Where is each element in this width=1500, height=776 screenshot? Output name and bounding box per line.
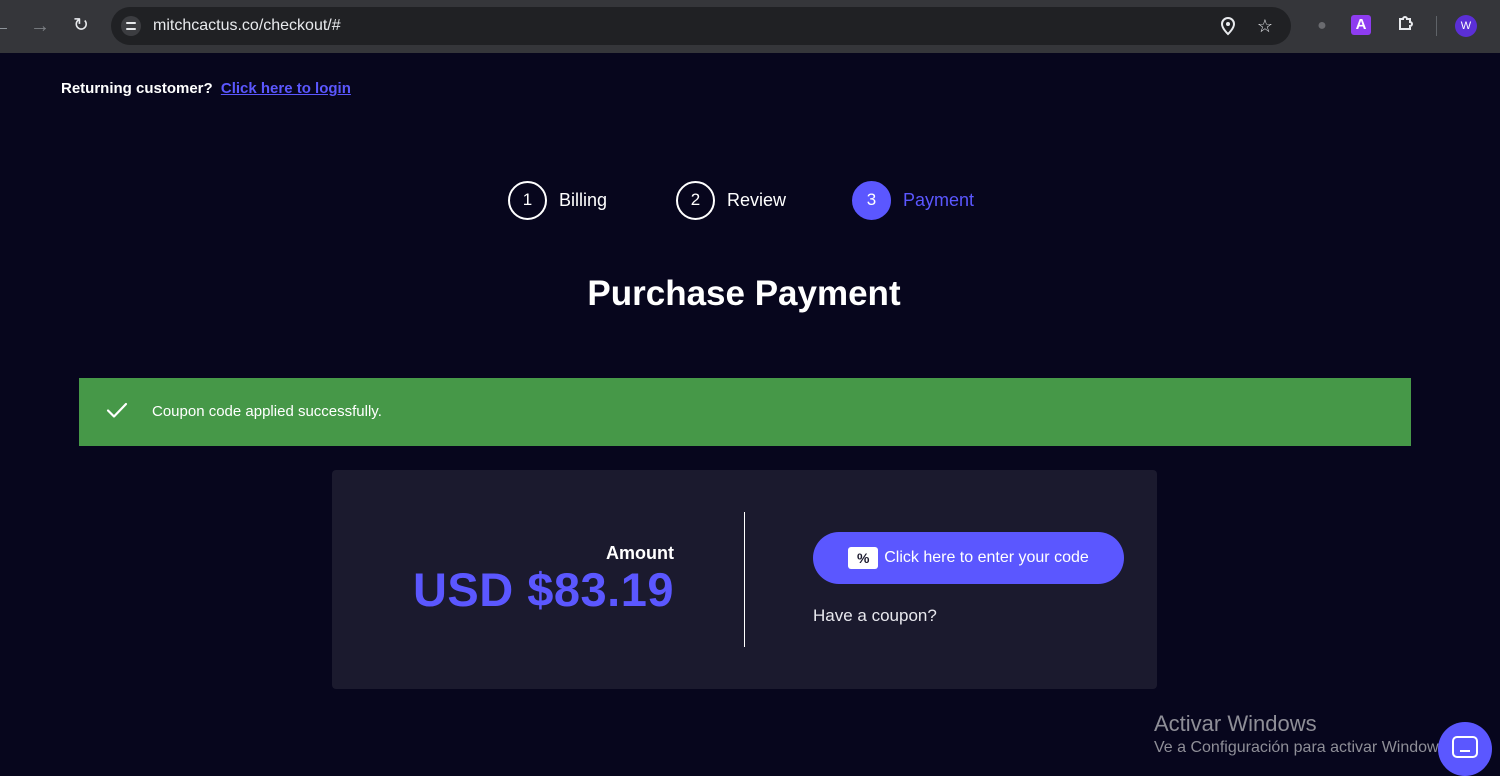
page-title: Purchase Payment xyxy=(587,274,901,313)
browser-toolbar: ← → ↻ mitchcactus.co/checkout/# ☆ ● A W xyxy=(0,0,1500,53)
profile-avatar[interactable]: W xyxy=(1455,15,1477,37)
coupon-percent-icon: % xyxy=(848,547,879,569)
check-icon xyxy=(106,402,128,418)
activation-watermark-subtitle: Ve a Configuración para activar Windows. xyxy=(1154,739,1452,756)
amount-label: Amount xyxy=(606,543,674,563)
toolbar-divider xyxy=(1436,16,1437,36)
site-info-icon[interactable] xyxy=(121,16,141,36)
enter-coupon-button[interactable]: % Click here to enter your code xyxy=(813,532,1124,584)
forward-icon[interactable]: → xyxy=(27,13,53,39)
success-notice: Coupon code applied successfully. xyxy=(79,378,1411,446)
chat-icon xyxy=(1452,736,1478,758)
step-number: 1 xyxy=(508,180,547,220)
reload-icon[interactable]: ↻ xyxy=(68,13,94,39)
returning-customer: Returning customer? Click here to login xyxy=(61,80,351,97)
step-payment[interactable]: 3 Payment xyxy=(852,180,974,220)
step-review[interactable]: 2 Review xyxy=(676,180,786,220)
chat-launcher-button[interactable] xyxy=(1438,722,1492,776)
back-icon[interactable]: ← xyxy=(0,13,14,39)
step-label: Payment xyxy=(903,189,975,210)
step-label: Review xyxy=(727,189,787,210)
activation-watermark-title: Activar Windows xyxy=(1154,711,1317,736)
step-label: Billing xyxy=(559,189,608,210)
returning-customer-text: Returning customer? xyxy=(61,80,213,97)
coupon-prompt: Have a coupon? xyxy=(813,606,937,625)
puzzle-icon[interactable] xyxy=(1393,13,1419,39)
url-text[interactable]: mitchcactus.co/checkout/# xyxy=(153,17,341,35)
login-link[interactable]: Click here to login xyxy=(221,80,351,97)
a-extension-icon[interactable]: A xyxy=(1351,15,1371,35)
step-number: 3 xyxy=(852,180,891,220)
robot-extension-icon[interactable]: ● xyxy=(1309,13,1335,39)
coupon-button-label: Click here to enter your code xyxy=(884,549,1089,566)
location-icon[interactable] xyxy=(1217,15,1239,37)
address-bar[interactable]: mitchcactus.co/checkout/# ☆ xyxy=(111,7,1291,45)
card-divider xyxy=(744,512,745,647)
step-number: 2 xyxy=(676,180,715,220)
payment-card: Amount USD $83.19 % Click here to enter … xyxy=(332,470,1157,689)
notice-message: Coupon code applied successfully. xyxy=(152,403,382,420)
step-billing[interactable]: 1 Billing xyxy=(508,180,607,220)
amount-value: USD $83.19 xyxy=(412,563,674,616)
star-icon[interactable]: ☆ xyxy=(1254,15,1276,37)
